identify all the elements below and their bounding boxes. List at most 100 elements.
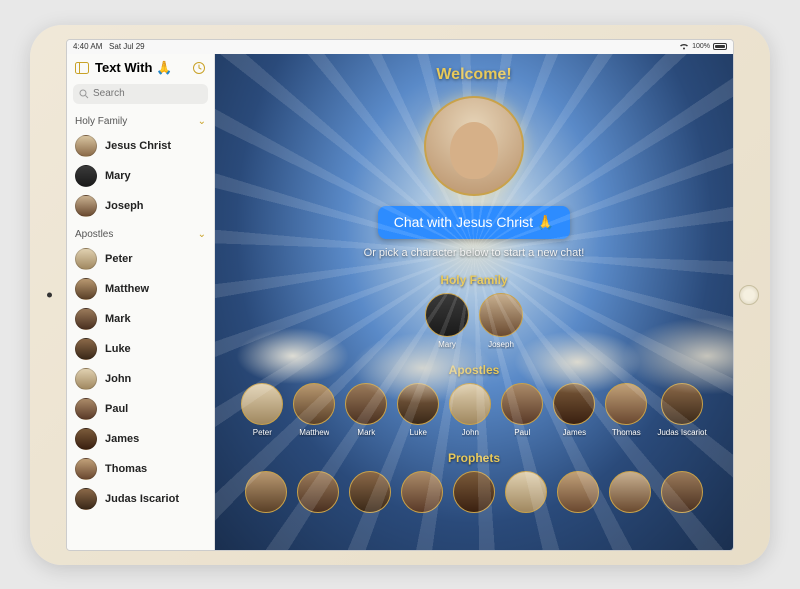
character-tile[interactable] — [297, 471, 339, 513]
character-row-prophets — [215, 471, 733, 519]
sidebar-item-label: Mary — [105, 170, 131, 182]
chat-cta-button[interactable]: Chat with Jesus Christ 🙏 — [378, 206, 571, 239]
avatar — [501, 383, 543, 425]
character-row-apostles: Peter Matthew Mark Luke John Paul James … — [215, 383, 733, 443]
avatar — [75, 165, 97, 187]
sidebar-item-joseph[interactable]: Joseph — [67, 191, 214, 221]
character-label: James — [563, 428, 587, 437]
sidebar-item-label: Judas Iscariot — [105, 493, 179, 505]
hero-face-icon — [450, 122, 498, 180]
character-label: Thomas — [612, 428, 641, 437]
character-tile-mary[interactable]: Mary — [425, 293, 469, 349]
character-tile[interactable] — [609, 471, 651, 513]
character-tile[interactable] — [453, 471, 495, 513]
avatar — [297, 471, 339, 513]
sidebar-item-mark[interactable]: Mark — [67, 304, 214, 334]
sidebar-item-label: Mark — [105, 313, 131, 325]
character-label: John — [462, 428, 479, 437]
character-label: Joseph — [488, 340, 514, 349]
sidebar-item-judas-iscariot[interactable]: Judas Iscariot — [67, 484, 214, 514]
subtext: Or pick a character below to start a new… — [215, 247, 733, 259]
avatar — [661, 383, 703, 425]
avatar — [401, 471, 443, 513]
ipad-frame: 4:40 AM Sat Jul 29 100% Text With � — [30, 25, 770, 565]
sidebar-item-label: Peter — [105, 253, 133, 265]
sidebar-item-label: Thomas — [105, 463, 147, 475]
character-label: Paul — [514, 428, 530, 437]
avatar — [75, 428, 97, 450]
character-tile[interactable] — [505, 471, 547, 513]
status-bar: 4:40 AM Sat Jul 29 100% — [67, 40, 733, 54]
character-tile-joseph[interactable]: Joseph — [479, 293, 523, 349]
sidebar-item-label: Joseph — [105, 200, 144, 212]
sidebar-item-label: Luke — [105, 343, 131, 355]
avatar — [449, 383, 491, 425]
avatar — [605, 383, 647, 425]
avatar — [75, 398, 97, 420]
avatar — [425, 293, 469, 337]
avatar — [293, 383, 335, 425]
sidebar-item-paul[interactable]: Paul — [67, 394, 214, 424]
character-tile-thomas[interactable]: Thomas — [605, 383, 647, 437]
welcome-title: Welcome! — [215, 54, 733, 90]
sidebar-item-luke[interactable]: Luke — [67, 334, 214, 364]
character-tile-paul[interactable]: Paul — [501, 383, 543, 437]
status-left: 4:40 AM Sat Jul 29 — [73, 42, 145, 51]
sidebar-item-jesus-christ[interactable]: Jesus Christ — [67, 131, 214, 161]
sidebar-item-peter[interactable]: Peter — [67, 244, 214, 274]
character-tile-mark[interactable]: Mark — [345, 383, 387, 437]
app-title: Text With 🙏 — [95, 60, 172, 76]
character-tile[interactable] — [557, 471, 599, 513]
character-row-holy-family: Mary Joseph — [215, 293, 733, 355]
sidebar-section-header[interactable]: Holy Family ⌄ — [67, 108, 214, 131]
sidebar-item-mary[interactable]: Mary — [67, 161, 214, 191]
avatar — [75, 248, 97, 270]
character-tile[interactable] — [401, 471, 443, 513]
main-welcome-view: Welcome! Chat with Jesus Christ 🙏 Or pic… — [215, 54, 733, 550]
sidebar-item-thomas[interactable]: Thomas — [67, 454, 214, 484]
character-tile-judas-iscariot[interactable]: Judas Iscariot — [657, 383, 706, 437]
sidebar-item-matthew[interactable]: Matthew — [67, 274, 214, 304]
sidebar-item-john[interactable]: John — [67, 364, 214, 394]
sidebar-toggle-icon[interactable] — [75, 61, 89, 75]
home-button[interactable] — [739, 285, 759, 305]
character-label: Matthew — [299, 428, 329, 437]
status-right: 100% — [679, 42, 727, 52]
sidebar-item-label: Jesus Christ — [105, 140, 171, 152]
sidebar-section-title: Holy Family — [75, 116, 127, 127]
avatar — [349, 471, 391, 513]
character-label: Judas Iscariot — [657, 428, 706, 437]
avatar — [75, 488, 97, 510]
character-tile-luke[interactable]: Luke — [397, 383, 439, 437]
character-tile-matthew[interactable]: Matthew — [293, 383, 335, 437]
avatar — [553, 383, 595, 425]
sidebar-section-title: Apostles — [75, 229, 113, 240]
screen: 4:40 AM Sat Jul 29 100% Text With � — [66, 39, 734, 551]
sidebar: Text With 🙏 Holy Family — [67, 54, 215, 550]
search-input[interactable] — [73, 84, 208, 104]
group-title: Apostles — [215, 363, 733, 377]
character-tile[interactable] — [661, 471, 703, 513]
character-tile-john[interactable]: John — [449, 383, 491, 437]
character-tile-james[interactable]: James — [553, 383, 595, 437]
history-icon[interactable] — [192, 61, 206, 75]
sidebar-section-header[interactable]: Apostles ⌄ — [67, 221, 214, 244]
hero-avatar[interactable] — [424, 96, 524, 196]
avatar — [505, 471, 547, 513]
sidebar-item-label: Paul — [105, 403, 128, 415]
avatar — [609, 471, 651, 513]
character-label: Mary — [438, 340, 456, 349]
wifi-icon — [679, 42, 689, 52]
avatar — [75, 308, 97, 330]
app-body: Text With 🙏 Holy Family — [67, 54, 733, 550]
sidebar-item-james[interactable]: James — [67, 424, 214, 454]
character-tile[interactable] — [245, 471, 287, 513]
avatar — [75, 278, 97, 300]
character-label: Peter — [253, 428, 272, 437]
character-tile-peter[interactable]: Peter — [241, 383, 283, 437]
character-tile[interactable] — [349, 471, 391, 513]
avatar — [479, 293, 523, 337]
group-title: Holy Family — [215, 273, 733, 287]
avatar — [75, 338, 97, 360]
battery-pct: 100% — [692, 43, 710, 50]
